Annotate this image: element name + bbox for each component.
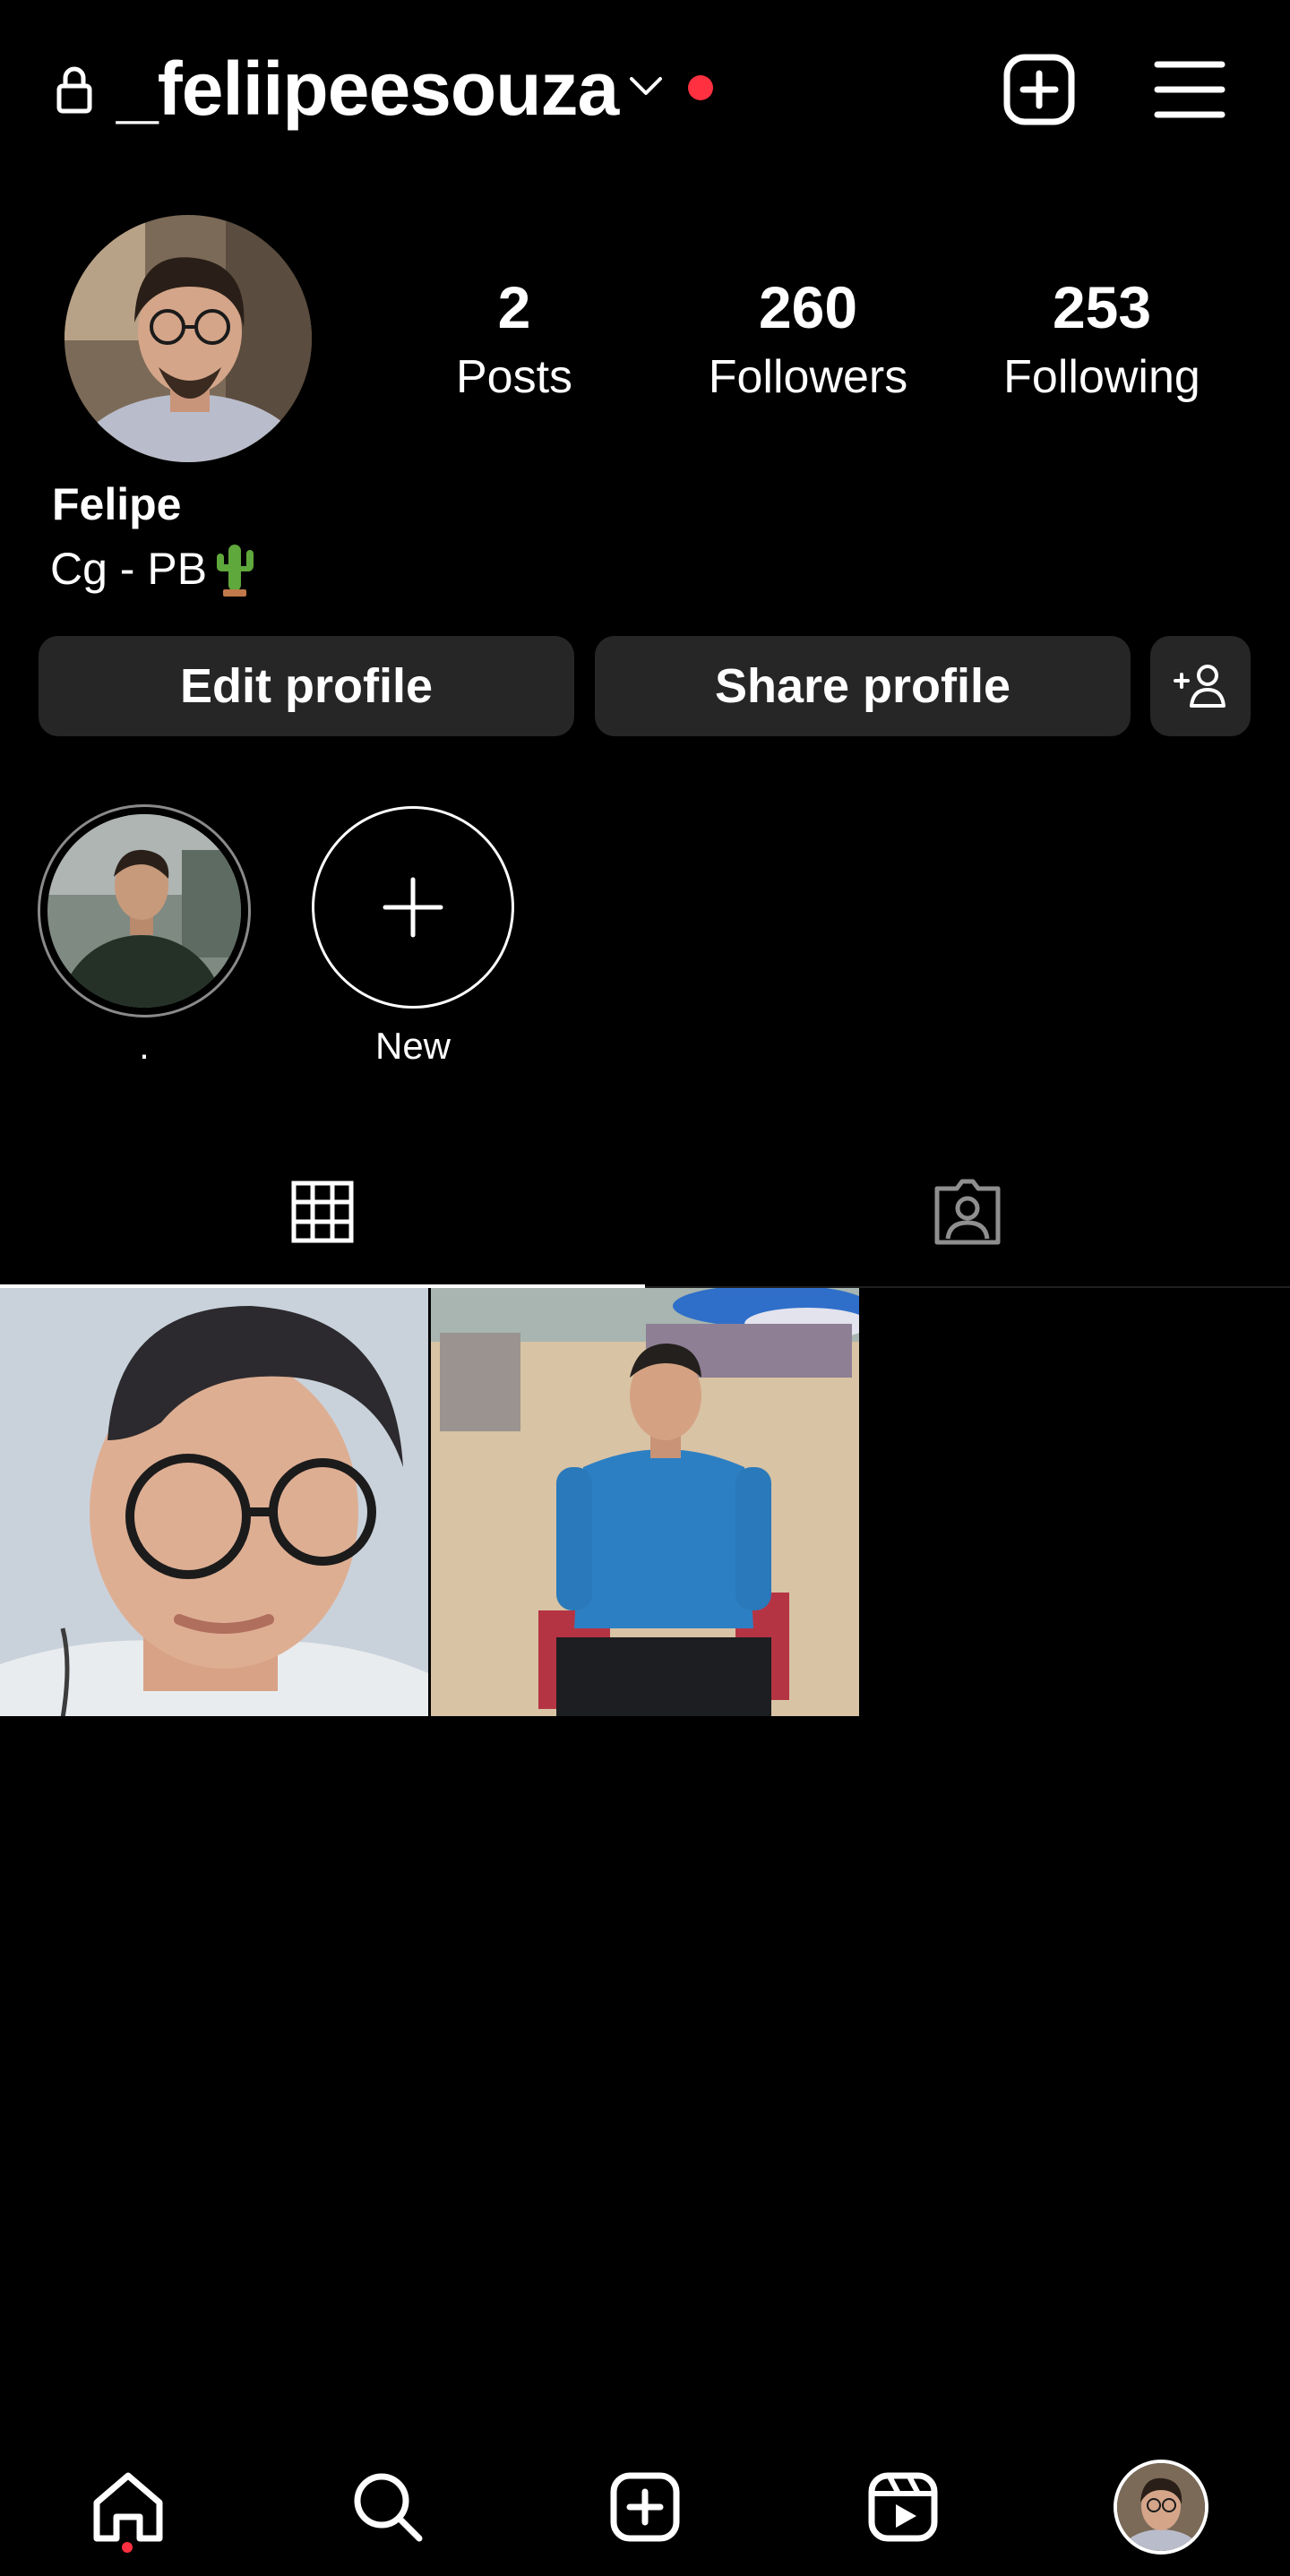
new-highlight-circle (312, 806, 514, 1009)
highlight-label: . (139, 1025, 150, 1067)
nav-profile[interactable] (1112, 2458, 1210, 2556)
new-highlight-label: New (374, 1025, 452, 1067)
notification-dot (688, 75, 713, 100)
highlight-cover (47, 814, 241, 1008)
account-username[interactable]: _feliipeesouza (116, 39, 619, 138)
tab-posts-grid[interactable] (0, 1138, 645, 1288)
home-notification-dot (122, 2542, 133, 2553)
nav-reels[interactable] (854, 2458, 952, 2556)
following-count[interactable]: 253 Following (976, 269, 1227, 408)
home-icon (93, 2472, 163, 2542)
discover-people-button[interactable] (1150, 636, 1251, 736)
followers-count[interactable]: 260 Followers (683, 269, 933, 408)
profile-avatar[interactable] (64, 215, 312, 462)
nav-create[interactable] (596, 2458, 694, 2556)
new-highlight-button[interactable]: New (310, 804, 516, 1071)
share-profile-label: Share profile (714, 659, 1011, 713)
profile-avatar-small (1114, 2460, 1208, 2555)
top-bar: _feliipeesouza (0, 0, 1290, 179)
add-person-icon (1174, 665, 1226, 708)
profile-bio: Cg - PB (50, 536, 257, 602)
posts-count-value: 2 (497, 274, 531, 340)
profile-name: Felipe (52, 479, 182, 529)
following-count-label: Following (1003, 351, 1200, 403)
reels-icon (868, 2472, 938, 2542)
search-icon (354, 2473, 423, 2542)
cactus-emoji-icon (217, 545, 254, 597)
edit-profile-button[interactable]: Edit profile (39, 636, 574, 736)
tagged-icon (934, 1179, 1001, 1245)
followers-count-value: 260 (758, 274, 858, 340)
bio-text: Cg - PB (50, 544, 208, 594)
share-profile-button[interactable]: Share profile (595, 636, 1131, 736)
profile-tabs (0, 1138, 1290, 1288)
post-thumbnail[interactable] (0, 1288, 428, 1716)
story-highlight[interactable]: . (38, 804, 251, 1071)
post-thumbnail[interactable] (431, 1288, 859, 1716)
posts-count: 2 Posts (389, 269, 640, 408)
grid-icon (291, 1181, 354, 1243)
lock-icon (56, 66, 92, 114)
posts-count-label: Posts (455, 351, 573, 403)
nav-search[interactable] (339, 2458, 437, 2556)
profile-page: _feliipeesouza 2 Posts 260 Followers 253… (0, 0, 1290, 2576)
create-post-button[interactable] (994, 45, 1084, 134)
create-icon (610, 2472, 680, 2542)
highlight-ring (38, 804, 251, 1018)
following-count-value: 253 (1052, 274, 1152, 340)
plus-icon (383, 877, 443, 938)
chevron-down-icon[interactable] (627, 72, 665, 100)
bottom-navigation (0, 2436, 1290, 2576)
edit-profile-label: Edit profile (180, 659, 433, 713)
tab-tagged[interactable] (645, 1138, 1290, 1286)
followers-count-label: Followers (708, 351, 908, 403)
menu-icon[interactable] (1145, 45, 1234, 134)
